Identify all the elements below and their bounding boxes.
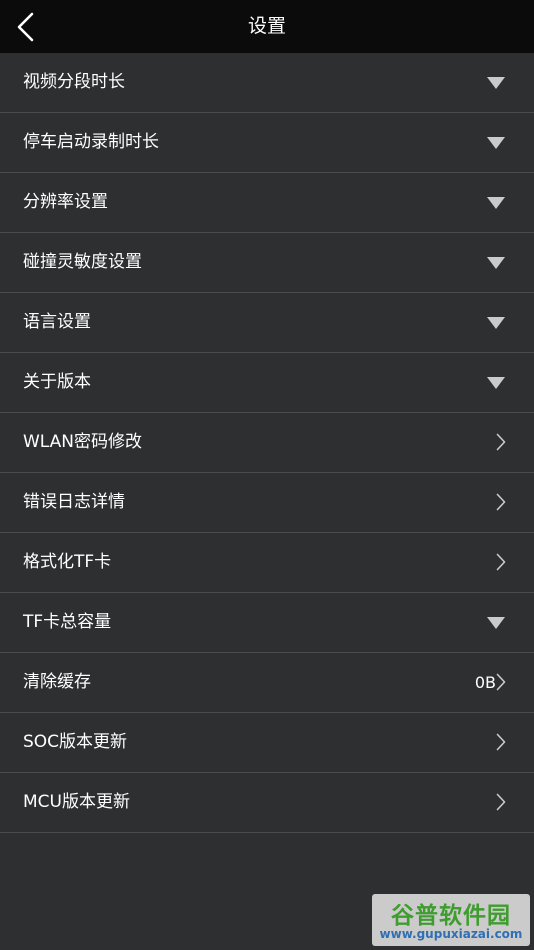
watermark-logo: 谷普软件园 (391, 903, 511, 929)
settings-item-collision-sensitivity[interactable]: 碰撞灵敏度设置 (0, 233, 534, 293)
settings-item-label: WLAN密码修改 (23, 432, 143, 452)
settings-item-parking-record-duration[interactable]: 停车启动录制时长 (0, 113, 534, 173)
settings-item-resolution[interactable]: 分辨率设置 (0, 173, 534, 233)
chevron-right-icon (496, 433, 506, 451)
settings-item-label: 停车启动录制时长 (23, 132, 159, 152)
settings-item-about-version[interactable]: 关于版本 (0, 353, 534, 413)
settings-item-error-log[interactable]: 错误日志详情 (0, 473, 534, 533)
caret-down-icon (487, 617, 505, 629)
settings-list: 视频分段时长 停车启动录制时长 分辨率设置 碰撞灵敏度设置 语言设置 关于版本 … (0, 53, 534, 833)
chevron-right-icon (496, 793, 506, 811)
chevron-right-icon (496, 673, 506, 691)
settings-item-video-segment-duration[interactable]: 视频分段时长 (0, 53, 534, 113)
caret-down-icon (487, 197, 505, 209)
settings-item-label: 视频分段时长 (23, 72, 125, 92)
settings-item-label: 语言设置 (23, 312, 91, 332)
settings-item-wlan-password[interactable]: WLAN密码修改 (0, 413, 534, 473)
settings-item-clear-cache[interactable]: 清除缓存 0B (0, 653, 534, 713)
settings-item-mcu-update[interactable]: MCU版本更新 (0, 773, 534, 833)
settings-item-language[interactable]: 语言设置 (0, 293, 534, 353)
caret-down-icon (487, 257, 505, 269)
settings-item-label: MCU版本更新 (23, 792, 130, 812)
cache-size-value: 0B (474, 673, 496, 692)
settings-item-label: 分辨率设置 (23, 192, 108, 212)
settings-item-label: 关于版本 (23, 372, 91, 392)
top-bar: 设置 (0, 0, 534, 53)
chevron-right-icon (496, 733, 506, 751)
page-title: 设置 (247, 15, 286, 37)
settings-item-label: 清除缓存 (23, 672, 91, 692)
settings-item-format-tf-card[interactable]: 格式化TF卡 (0, 533, 534, 593)
settings-item-label: TF卡总容量 (23, 612, 112, 632)
settings-item-label: SOC版本更新 (23, 732, 128, 752)
chevron-right-icon (496, 553, 506, 571)
settings-item-tf-card-capacity[interactable]: TF卡总容量 (0, 593, 534, 653)
caret-down-icon (487, 317, 505, 329)
caret-down-icon (487, 77, 505, 89)
settings-item-label: 错误日志详情 (23, 492, 125, 512)
chevron-right-icon (496, 493, 506, 511)
site-watermark: 谷普软件园 www.gupuxiazai.com (372, 894, 530, 946)
settings-item-label: 格式化TF卡 (23, 552, 112, 572)
watermark-url: www.gupuxiazai.com (379, 927, 523, 941)
settings-screen: 设置 视频分段时长 停车启动录制时长 分辨率设置 碰撞灵敏度设置 语言设置 关于… (0, 0, 534, 950)
caret-down-icon (487, 137, 505, 149)
caret-down-icon (487, 377, 505, 389)
settings-item-label: 碰撞灵敏度设置 (23, 252, 142, 272)
settings-item-soc-update[interactable]: SOC版本更新 (0, 713, 534, 773)
